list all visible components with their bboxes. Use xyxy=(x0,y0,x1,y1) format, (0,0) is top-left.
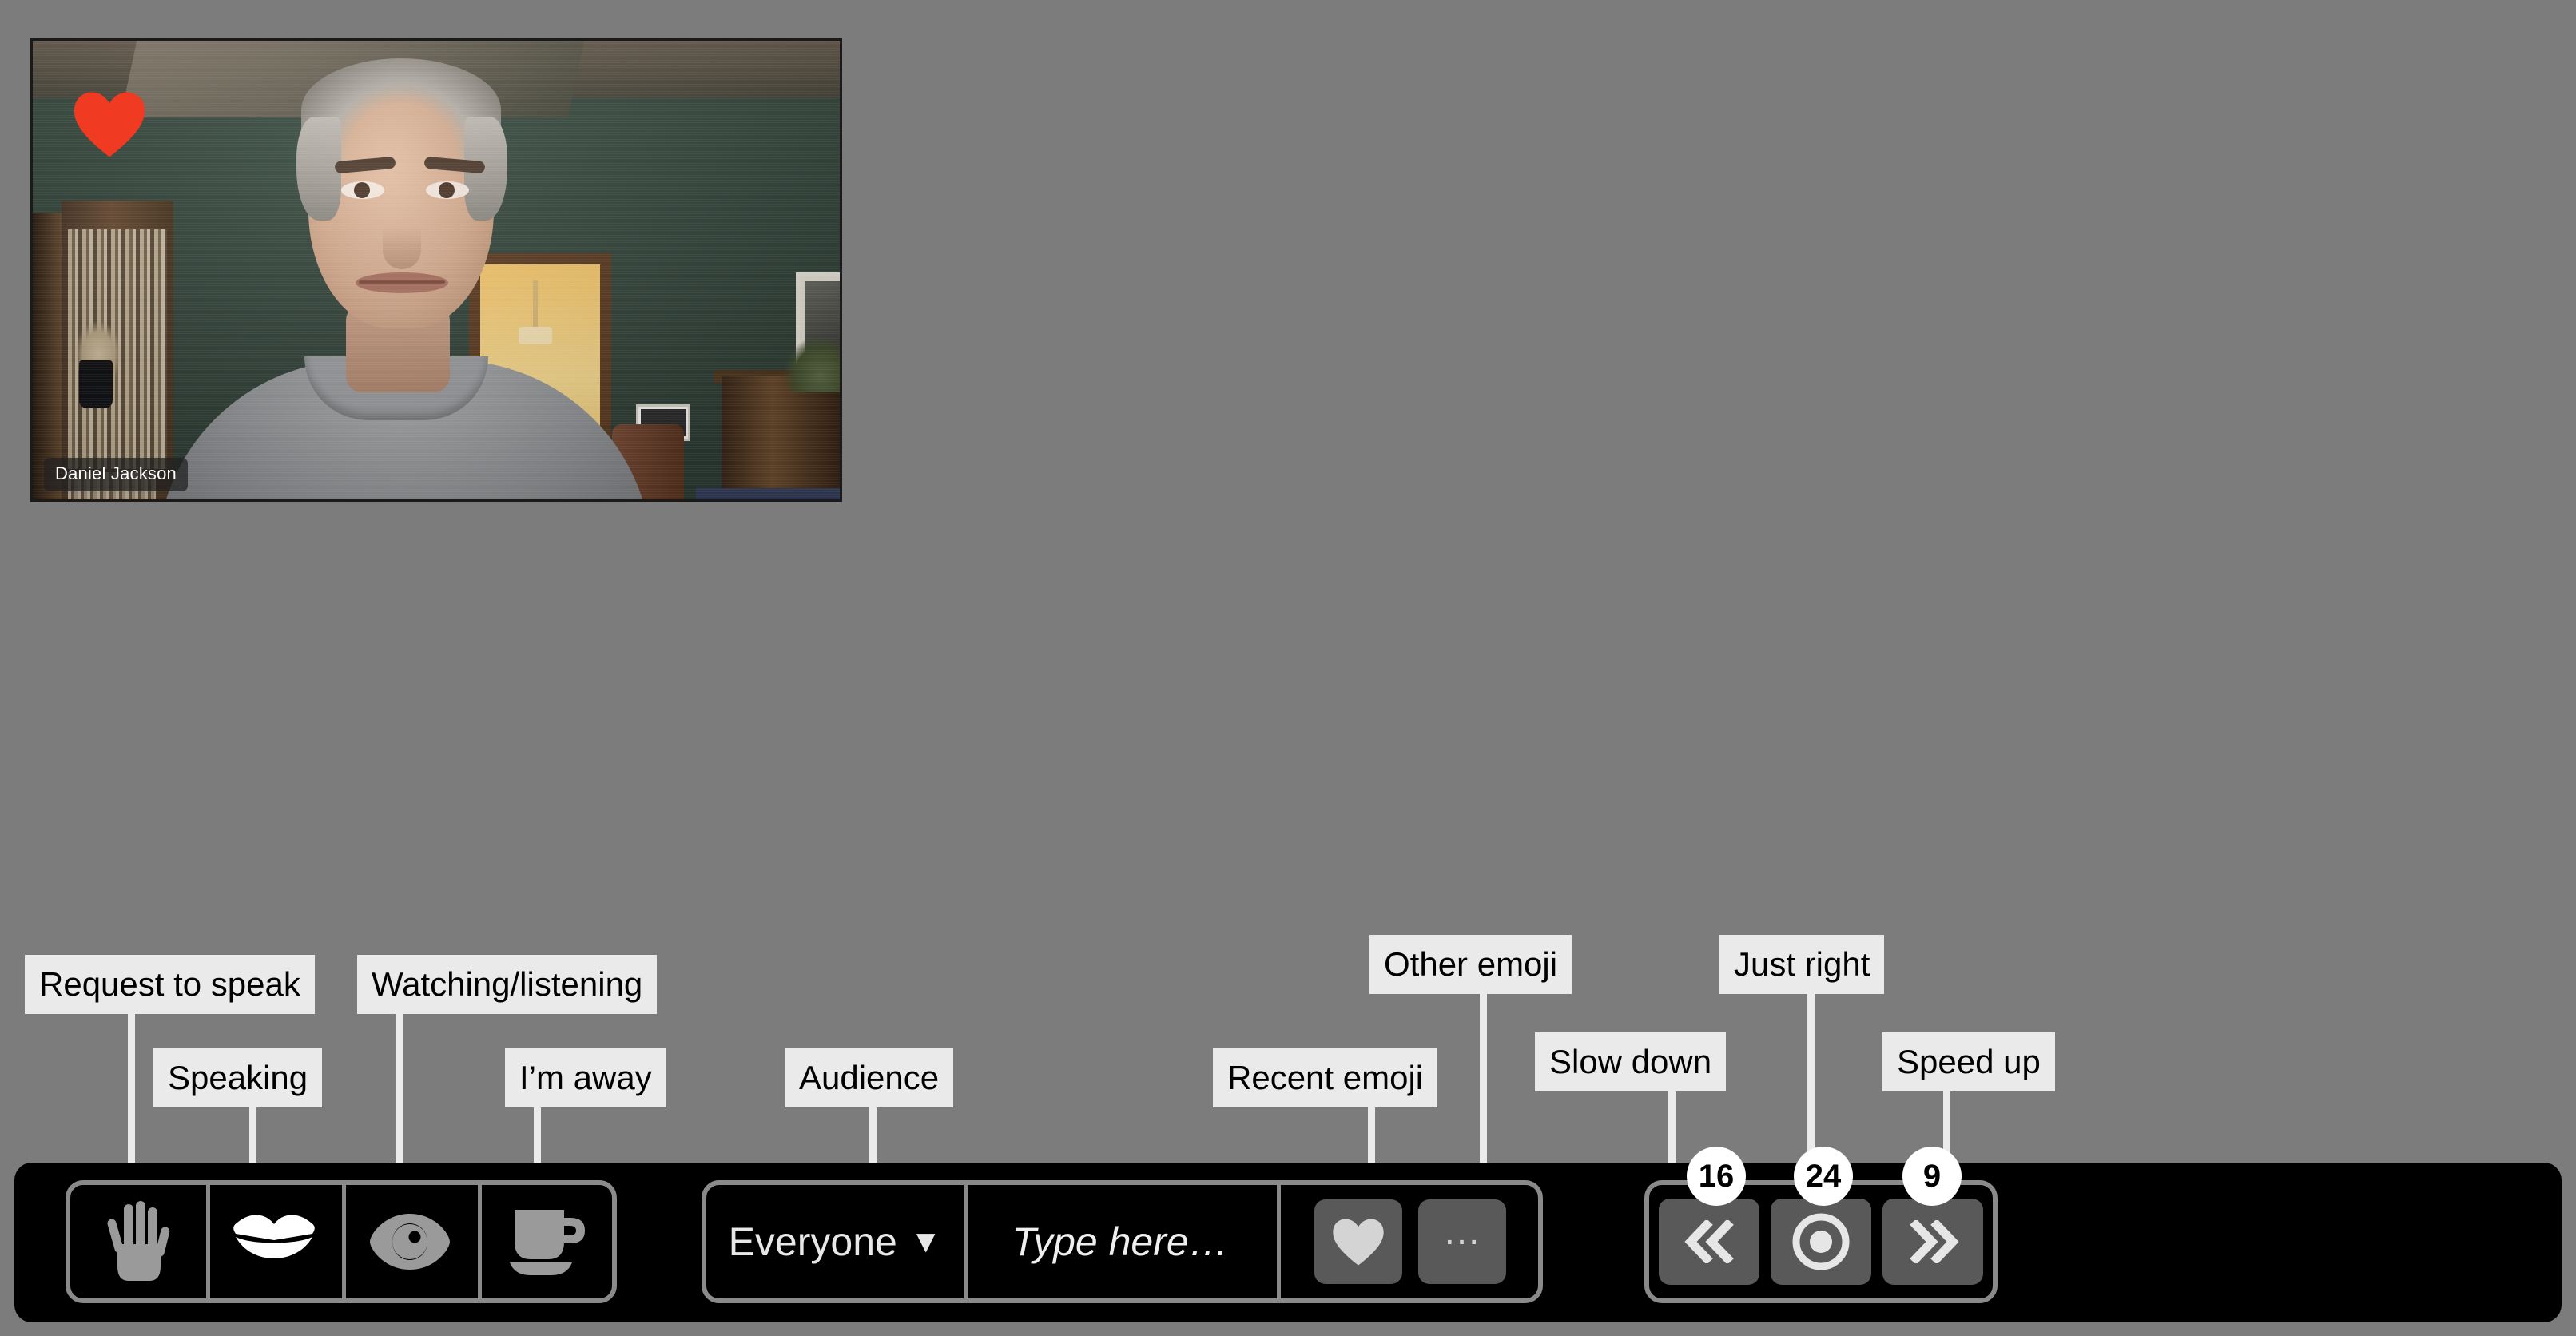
slow-down-count-badge: 16 xyxy=(1687,1147,1746,1206)
video-tile[interactable]: Daniel Jackson xyxy=(30,38,842,502)
audience-select[interactable]: Everyone ▼ xyxy=(706,1185,964,1298)
im-away-button[interactable] xyxy=(478,1185,614,1298)
video-feed xyxy=(33,41,840,499)
callout-speed-up: Speed up xyxy=(1882,1032,2055,1091)
message-input[interactable]: Type here… xyxy=(964,1185,1277,1298)
request-to-speak-button[interactable] xyxy=(70,1185,206,1298)
callout-recent-emoji: Recent emoji xyxy=(1213,1048,1438,1107)
callout-speaking: Speaking xyxy=(153,1048,323,1107)
callout-request-to-speak: Request to speak xyxy=(25,955,315,1014)
speed-up-button[interactable] xyxy=(1882,1199,1983,1285)
emoji-cell: … xyxy=(1277,1185,1543,1298)
slow-down-button[interactable] xyxy=(1659,1199,1759,1285)
just-right-count-badge: 24 xyxy=(1794,1147,1853,1206)
recent-emoji-button[interactable] xyxy=(1314,1199,1402,1284)
lips-icon xyxy=(233,1215,315,1258)
callout-other-emoji: Other emoji xyxy=(1369,935,1572,994)
message-input-placeholder: Type here… xyxy=(1012,1219,1229,1264)
audience-select-value: Everyone xyxy=(728,1219,897,1264)
raised-hand-icon xyxy=(107,1201,170,1281)
callout-audience: Audience xyxy=(785,1048,954,1107)
bottom-toolbar: Everyone ▼ Type here… … 16 24 9 xyxy=(14,1147,2562,1322)
callout-slow-down: Slow down xyxy=(1535,1032,1727,1091)
ellipsis-icon: … xyxy=(1442,1211,1481,1254)
chevron-down-icon: ▼ xyxy=(909,1223,942,1259)
coffee-cup-icon xyxy=(510,1210,585,1275)
heart-icon xyxy=(1332,1218,1384,1266)
participant-name-label: Daniel Jackson xyxy=(44,458,188,491)
double-chevron-left-icon xyxy=(1684,1220,1734,1263)
just-right-button[interactable] xyxy=(1771,1199,1871,1285)
speed-up-count-badge: 9 xyxy=(1902,1147,1962,1206)
eye-icon xyxy=(370,1214,450,1270)
callout-im-away: I’m away xyxy=(505,1048,666,1107)
target-dot-icon xyxy=(1792,1213,1850,1270)
watching-listening-button[interactable] xyxy=(342,1185,478,1298)
video-grain xyxy=(33,41,840,499)
double-chevron-right-icon xyxy=(1910,1220,1959,1263)
screen-root: Daniel Jackson Request to speak Speaking… xyxy=(0,0,2576,1336)
speaking-button[interactable] xyxy=(206,1185,342,1298)
heart-reaction-icon xyxy=(74,92,145,157)
other-emoji-button[interactable]: … xyxy=(1417,1199,1506,1284)
message-button-group: Everyone ▼ Type here… … xyxy=(702,1180,1543,1303)
callout-just-right: Just right xyxy=(1719,935,1885,994)
callout-watching-listening: Watching/listening xyxy=(357,955,658,1014)
status-button-group xyxy=(66,1180,617,1303)
